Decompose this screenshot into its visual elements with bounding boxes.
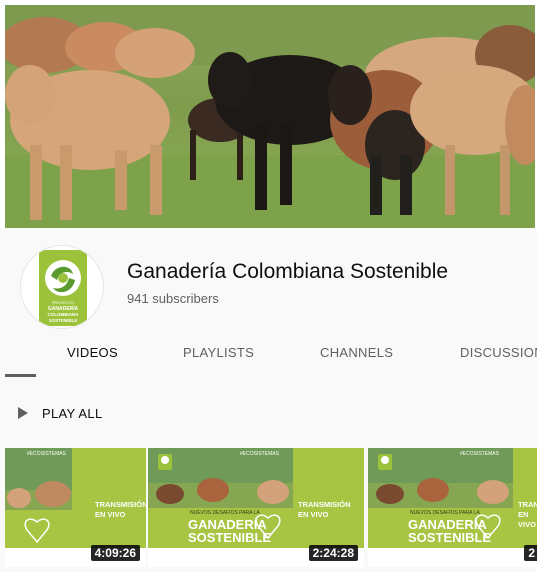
live-label-line1: TRANSMISIÓN bbox=[298, 500, 351, 509]
live-label-line2: EN VIVO bbox=[95, 510, 126, 519]
thumbnail-art bbox=[368, 448, 537, 567]
video-subtitle: NUEVOS DESAFÍOS PARA LA bbox=[410, 510, 480, 516]
live-label-line2: EN VIVO bbox=[518, 510, 536, 529]
video-thumbnail[interactable]: #ECOSISTEMAS NUEVOS DESAFÍOS PARA LA GAN… bbox=[368, 448, 537, 567]
hashtag-label: #ECOSISTEMAS bbox=[240, 451, 279, 457]
hashtag-label: #ECOSISTEMAS bbox=[460, 451, 499, 457]
video-thumbnail[interactable]: #ECOSISTEMAS NUEVOS DESAFÍOS PARA LA GAN… bbox=[148, 448, 364, 567]
tab-channels[interactable]: CHANNELS bbox=[320, 345, 393, 360]
tab-playlists[interactable]: PLAYLISTS bbox=[183, 345, 254, 360]
cattle-herd-image bbox=[5, 5, 535, 228]
channel-tabs: VIDEOS PLAYLISTS CHANNELS DISCUSSION bbox=[0, 333, 537, 377]
channel-page: PROYECTO GANADERÍA COLOMBIANA SOSTENIBLE… bbox=[0, 0, 537, 572]
channel-title: Ganadería Colombiana Sostenible bbox=[127, 260, 449, 283]
video-duration: 2 bbox=[524, 545, 537, 561]
live-label-line1: TRANSMISIÓN bbox=[95, 500, 146, 509]
video-duration: 2:24:28 bbox=[308, 545, 358, 561]
live-label-line1: TRANSMISIÓN bbox=[518, 500, 537, 509]
channel-banner bbox=[5, 5, 535, 228]
ganaderia-logo: PROYECTO GANADERÍA COLOMBIANA SOSTENIBLE bbox=[39, 250, 87, 326]
play-all-button[interactable]: PLAY ALL bbox=[18, 405, 102, 421]
video-title-line2: SOSTENIBLE bbox=[188, 530, 272, 545]
logo-text-3: COLOMBIANA bbox=[48, 312, 80, 317]
video-title-line2: SOSTENIBLE bbox=[408, 530, 492, 545]
tab-videos[interactable]: VIDEOS bbox=[67, 345, 118, 360]
live-label-line2: EN VIVO bbox=[298, 510, 329, 519]
channel-avatar[interactable]: PROYECTO GANADERÍA COLOMBIANA SOSTENIBLE bbox=[20, 245, 104, 329]
play-all-label: PLAY ALL bbox=[42, 405, 103, 421]
tab-discussion[interactable]: DISCUSSION bbox=[460, 345, 537, 360]
video-thumbnail[interactable]: #ECOSISTEMAS TRANSMISIÓN EN VIVO 4:09:26 bbox=[5, 448, 146, 567]
video-subtitle: NUEVOS DESAFÍOS PARA LA bbox=[190, 510, 260, 516]
active-tab-indicator bbox=[5, 374, 36, 377]
subscriber-count: 941 subscribers bbox=[127, 291, 219, 306]
logo-text-2: GANADERÍA bbox=[48, 304, 79, 312]
play-icon bbox=[18, 407, 28, 419]
hashtag-label: #ECOSISTEMAS bbox=[27, 451, 66, 457]
logo-text-1: PROYECTO bbox=[52, 300, 74, 305]
video-duration: 4:09:26 bbox=[90, 545, 140, 561]
logo-text-4: SOSTENIBLE bbox=[49, 318, 78, 323]
